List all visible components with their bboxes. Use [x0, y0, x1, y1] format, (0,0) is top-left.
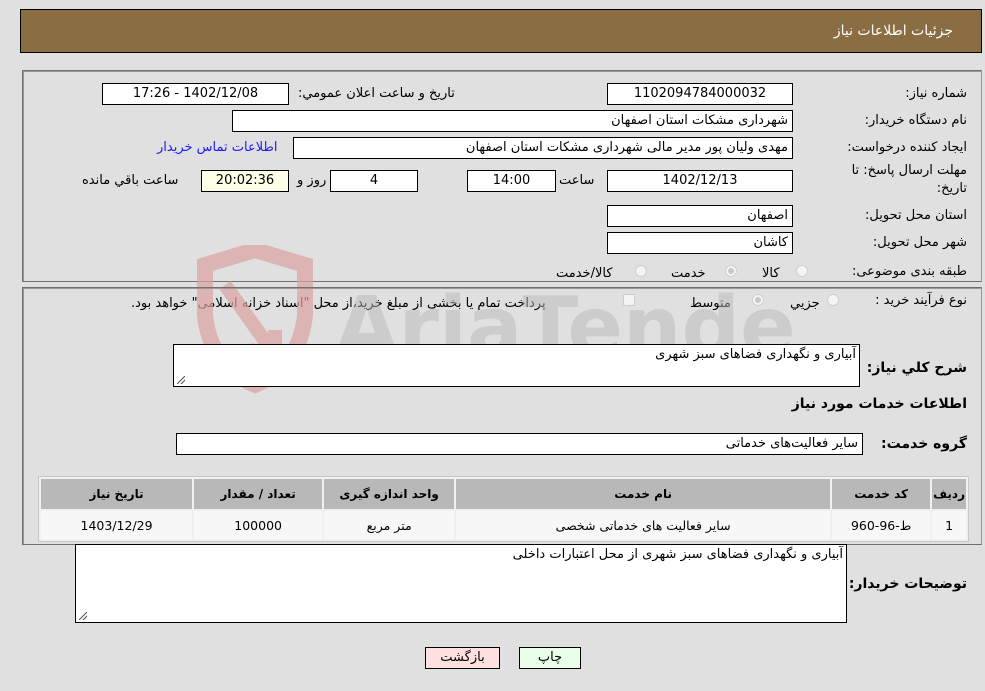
summary-label: شرح کلي نیاز: [866, 360, 967, 376]
back-button[interactable]: بازگشت [425, 647, 500, 669]
deadline-time-field: 14:00 [467, 170, 556, 192]
creator-field: مهدی ولیان پور مدیر مالی شهرداری مشکات ا… [293, 137, 793, 159]
buyer-notes-text: آبیاری و نگهداری فضاهای سبز شهری از محل … [512, 547, 843, 562]
city-field: کاشان [607, 232, 793, 254]
category-option-goods: کالا [762, 266, 780, 281]
cell-service-code: ط-96-960 [832, 511, 931, 539]
announce-label: تاریخ و ساعت اعلان عمومي: [298, 86, 455, 101]
col-header-row-number: ردیف [932, 479, 966, 509]
cell-quantity: 100000 [194, 511, 323, 539]
need-number-field: 1102094784000032 [607, 83, 793, 105]
cell-service-name: سایر فعالیت های خدماتی شخصی [456, 511, 831, 539]
page-title: جزئیات اطلاعات نیاز [833, 23, 953, 39]
category-radio-service[interactable] [725, 265, 737, 277]
buyer-contact-link[interactable]: اطلاعات تماس خریدار [157, 140, 277, 155]
services-section-title: اطلاعات خدمات مورد نیاز [791, 396, 967, 412]
category-radio-goods[interactable] [796, 265, 808, 277]
cell-need-date: 1403/12/29 [41, 511, 193, 539]
category-radio-goods-service[interactable] [635, 265, 647, 277]
province-label: استان محل تحویل: [865, 208, 967, 223]
buyer-org-label: نام دستگاه خریدار: [864, 113, 967, 128]
buyer-org-field: شهرداری مشکات استان اصفهان [232, 110, 793, 132]
deadline-time-label: ساعت [559, 173, 595, 188]
col-header-need-date: تاریخ نیاز [41, 479, 193, 509]
col-header-service-code: کد خدمت [832, 479, 931, 509]
col-header-service-name: نام خدمت [456, 479, 831, 509]
buyer-notes-textarea[interactable]: آبیاری و نگهداری فضاهای سبز شهری از محل … [75, 544, 847, 623]
resize-grip-icon[interactable] [79, 612, 87, 620]
province-field: اصفهان [607, 205, 793, 227]
need-number-label: شماره نیاز: [905, 86, 967, 101]
service-group-field: سایر فعالیت‌های خدماتی [176, 433, 863, 455]
table-header-row: ردیف کد خدمت نام خدمت واحد اندازه گیری ت… [41, 479, 966, 509]
category-option-service: خدمت [671, 266, 706, 281]
col-header-unit: واحد اندازه گیری [324, 479, 455, 509]
creator-label: ایجاد کننده درخواست: [847, 140, 967, 155]
print-button[interactable]: چاپ [519, 647, 581, 669]
resize-grip-icon[interactable] [177, 376, 185, 384]
page-header: جزئیات اطلاعات نیاز [20, 9, 982, 53]
announce-field: 1402/12/08 - 17:26 [102, 83, 289, 105]
city-label: شهر محل تحویل: [872, 235, 967, 250]
deadline-date-field: 1402/12/13 [607, 170, 793, 192]
remaining-time-field: 20:02:36 [201, 170, 289, 192]
table-row: 1 ط-96-960 سایر فعالیت های خدماتی شخصی م… [41, 511, 966, 539]
deadline-label-line1: مهلت ارسال پاسخ: تا [851, 163, 967, 178]
remaining-label: ساعت باقي مانده [82, 173, 179, 188]
category-option-goods-service: کالا/خدمت [556, 266, 613, 281]
summary-textarea[interactable]: آبیاری و نگهداری فضاهای سبز شهری [173, 344, 860, 387]
summary-text: آبیاری و نگهداری فضاهای سبز شهری [655, 347, 856, 362]
col-header-quantity: تعداد / مقدار [194, 479, 323, 509]
service-group-label: گروه خدمت: [881, 436, 967, 452]
category-label: طبقه بندی موضوعی: [851, 264, 967, 279]
services-table: ردیف کد خدمت نام خدمت واحد اندازه گیری ت… [38, 476, 969, 542]
buyer-notes-label: توضیحات خریدار: [848, 576, 967, 592]
days-label: روز و [297, 173, 327, 188]
cell-row-number: 1 [932, 511, 966, 539]
deadline-label-line2: تاریخ: [936, 181, 967, 196]
cell-unit: متر مربع [324, 511, 455, 539]
remaining-days-field: 4 [330, 170, 418, 192]
